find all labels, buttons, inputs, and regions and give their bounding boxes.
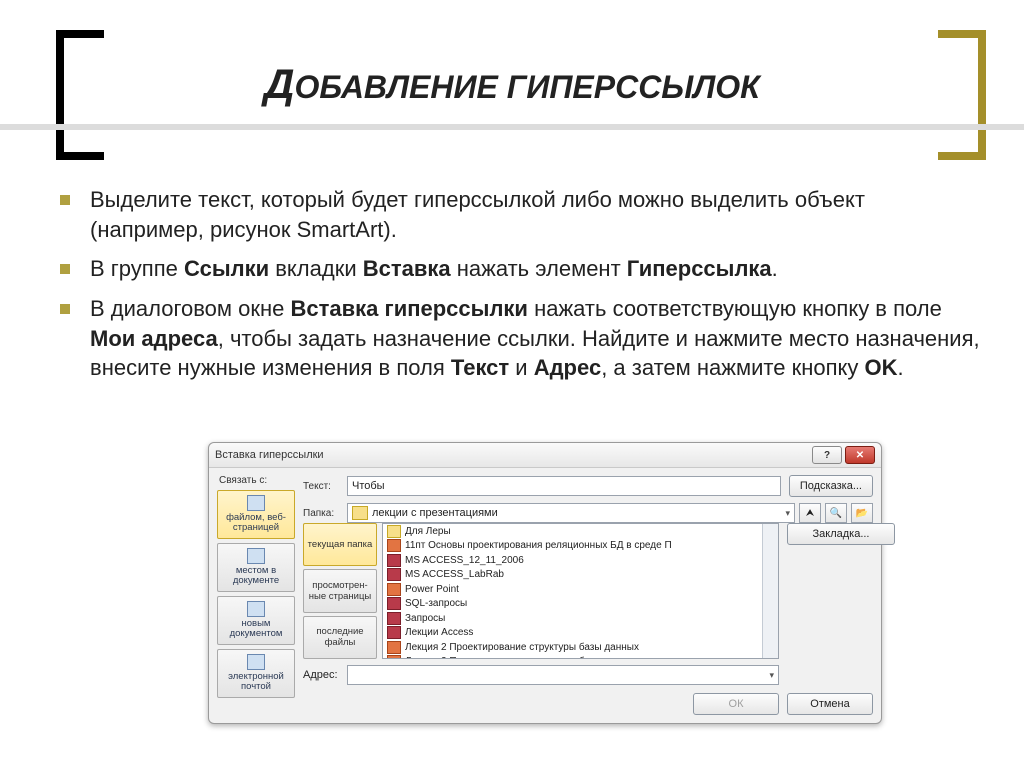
dialog-content: Связать с: файлом, веб-страницей местом …: [217, 475, 873, 715]
list-item[interactable]: Для Леры: [383, 524, 778, 539]
text-label: Текст:: [303, 481, 347, 492]
folder-icon: [387, 525, 401, 538]
list-item-label: Лекция 2 Проектирование структуры базы д…: [405, 642, 639, 653]
list-item-label: MS ACCESS_12_11_2006: [405, 555, 524, 566]
link-to-label: Связать с:: [217, 475, 295, 486]
list-item-label: Лекции Access: [405, 627, 473, 638]
help-button[interactable]: ?: [812, 446, 842, 464]
link-to-new-doc[interactable]: новым документом: [217, 596, 295, 645]
dialog-footer: ОК Отмена: [685, 693, 873, 715]
text-to-display-input[interactable]: Чтобы: [347, 476, 781, 496]
folder-icon: [352, 506, 368, 520]
right-buttons: Закладка...: [787, 523, 873, 545]
ppt-icon: [387, 641, 401, 654]
dialog-title: Вставка гиперссылки: [215, 449, 324, 461]
list-item[interactable]: Power Point: [383, 582, 778, 597]
link-to-new-doc-label: новым документом: [230, 618, 283, 639]
list-item-label: SQL-запросы: [405, 598, 467, 609]
list-item[interactable]: MS ACCESS_LabRab: [383, 568, 778, 583]
acc-icon: [387, 554, 401, 567]
ppt-icon: [387, 583, 401, 596]
file-list[interactable]: Для Леры 11пт Основы проектирования реляц…: [382, 523, 779, 659]
tab-browsed-pages[interactable]: просмотрен-ные страницы: [303, 569, 377, 612]
ppt-icon: [387, 655, 401, 659]
browse-tabs: текущая папка просмотрен-ные страницы по…: [303, 523, 377, 659]
acc-icon: [387, 568, 401, 581]
slide-body: Выделите текст, который будет гиперссылк…: [60, 185, 984, 393]
folder-label: Папка:: [303, 508, 347, 519]
link-to-place-label: местом в документе: [233, 565, 279, 586]
list-item[interactable]: Лекции Access: [383, 626, 778, 641]
doc-place-icon: [247, 548, 265, 564]
list-item-label: Лекция 2 Проектирование структуры базы д…: [405, 656, 669, 659]
up-one-level-button[interactable]: ⮝: [799, 503, 821, 523]
close-button[interactable]: ✕: [845, 446, 875, 464]
link-to-email-label: электронной почтой: [228, 671, 284, 692]
address-row: Адрес: ▾: [303, 665, 779, 685]
list-item-label: MS ACCESS_LabRab: [405, 569, 504, 580]
chevron-down-icon: ▾: [769, 670, 774, 681]
acc-icon: [387, 597, 401, 610]
bullet-2-text: В группе Ссылки вкладки Вставка нажать э…: [90, 256, 778, 281]
acc-icon: [387, 626, 401, 639]
dialog-titlebar[interactable]: Вставка гиперссылки ? ✕: [209, 443, 881, 468]
address-input[interactable]: ▾: [347, 665, 779, 685]
tab-current-folder[interactable]: текущая папка: [303, 523, 377, 566]
list-item[interactable]: MS ACCESS_12_11_2006: [383, 553, 778, 568]
bullet-1: Выделите текст, который будет гиперссылк…: [60, 185, 984, 244]
title-text: ОБАВЛЕНИЕ ГИПЕРССЫЛОК: [294, 69, 759, 105]
bullet-1-text: Выделите текст, который будет гиперссылк…: [90, 187, 865, 242]
look-in-combo[interactable]: лекции с презентациями ▾: [347, 503, 795, 523]
bullet-2: В группе Ссылки вкладки Вставка нажать э…: [60, 254, 984, 284]
link-to-file-web[interactable]: файлом, веб-страницей: [217, 490, 295, 539]
ok-button[interactable]: ОК: [693, 693, 779, 715]
bullet-3-text: В диалоговом окне Вставка гиперссылки на…: [90, 296, 980, 380]
insert-hyperlink-dialog: Вставка гиперссылки ? ✕ Связать с: файло…: [208, 442, 882, 724]
list-item[interactable]: SQL-запросы: [383, 597, 778, 612]
bookmark-button[interactable]: Закладка...: [787, 523, 895, 545]
globe-icon: [247, 495, 265, 511]
tab-recent-files[interactable]: последние файлы: [303, 616, 377, 659]
title-underline: [0, 124, 1024, 130]
link-to-place-in-doc[interactable]: местом в документе: [217, 543, 295, 592]
scrollbar[interactable]: [762, 524, 778, 658]
list-item-label: Power Point: [405, 584, 459, 595]
address-label: Адрес:: [303, 669, 347, 681]
list-item[interactable]: 11пт Основы проектирования реляционных Б…: [383, 539, 778, 554]
dialog-main: Текст: Чтобы Подсказка... Папка: лекции …: [303, 475, 873, 715]
title-dropcap: Д: [264, 60, 294, 107]
link-to-column: Связать с: файлом, веб-страницей местом …: [217, 475, 295, 715]
slide-title: ДОБАВЛЕНИЕ ГИПЕРССЫЛОК: [0, 60, 1024, 108]
chevron-down-icon: ▾: [785, 508, 790, 519]
browse-area: текущая папка просмотрен-ные страницы по…: [303, 523, 779, 659]
browse-web-button[interactable]: 🔍: [825, 503, 847, 523]
acc-icon: [387, 612, 401, 625]
cancel-button[interactable]: Отмена: [787, 693, 873, 715]
list-item[interactable]: Лекция 2 Проектирование структуры базы д…: [383, 640, 778, 655]
ppt-icon: [387, 539, 401, 552]
list-item-label: Для Леры: [405, 526, 451, 537]
new-doc-icon: [247, 601, 265, 617]
look-in-value: лекции с презентациями: [372, 507, 498, 519]
list-item[interactable]: Запросы: [383, 611, 778, 626]
link-to-email[interactable]: электронной почтой: [217, 649, 295, 698]
bullet-3: В диалоговом окне Вставка гиперссылки на…: [60, 294, 984, 383]
folder-row: Папка: лекции с презентациями ▾ ⮝ 🔍 📂: [303, 503, 873, 523]
mail-icon: [247, 654, 265, 670]
screentip-button[interactable]: Подсказка...: [789, 475, 873, 497]
list-item-label: Запросы: [405, 613, 445, 624]
list-item[interactable]: Лекция 2 Проектирование структуры базы д…: [383, 655, 778, 660]
list-item-label: 11пт Основы проектирования реляционных Б…: [405, 540, 672, 551]
link-to-file-web-label: файлом, веб-страницей: [226, 512, 286, 533]
slide: ДОБАВЛЕНИЕ ГИПЕРССЫЛОК Выделите текст, к…: [0, 0, 1024, 768]
text-row: Текст: Чтобы Подсказка...: [303, 475, 873, 497]
browse-file-button[interactable]: 📂: [851, 503, 873, 523]
